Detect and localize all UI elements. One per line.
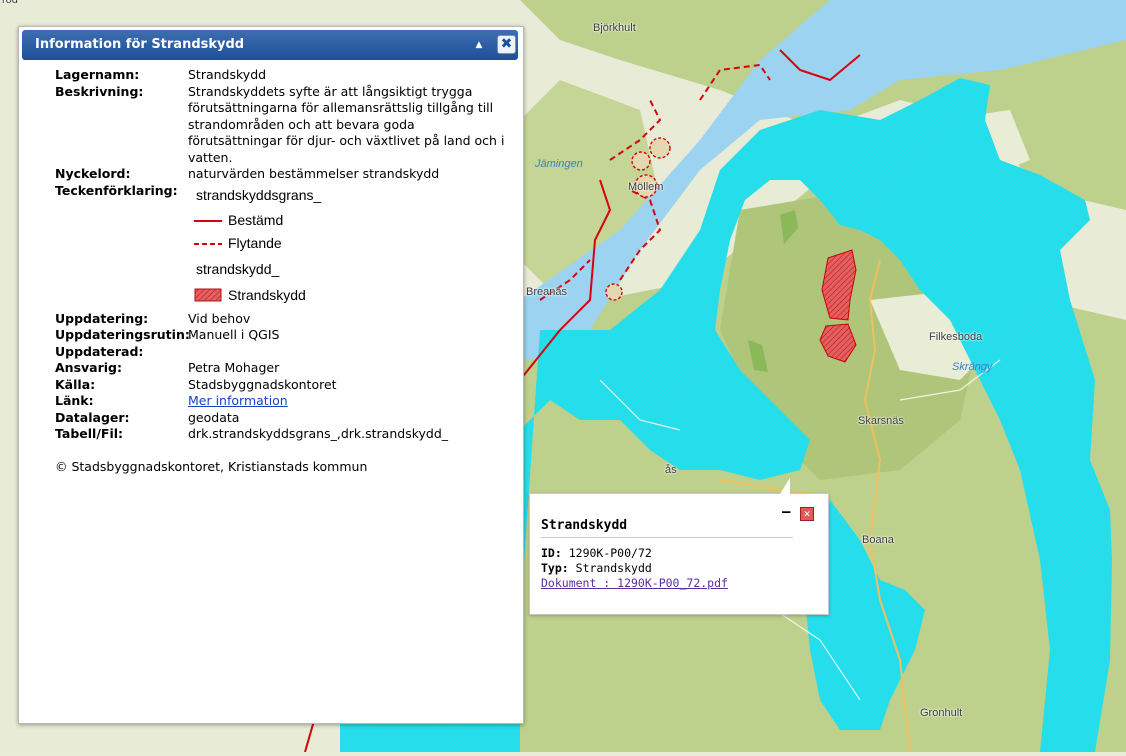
layer-info-window[interactable]: Information för Strandskydd ▲ ✖ Lagernam… — [18, 26, 524, 724]
field-value: naturvärden bestämmelser strandskydd — [188, 166, 440, 181]
field-label: Lagernamn: — [55, 67, 140, 82]
typ-value: Strandskydd — [575, 561, 652, 575]
field-label: Uppdatering: — [55, 310, 149, 326]
map-label-as: ås — [665, 464, 677, 476]
feature-popup[interactable]: – ✕ Strandskydd ID: 1290K-P00/72 Typ: St… — [529, 478, 829, 615]
legend-group-strandskydd: strandskydd_ — [196, 261, 280, 277]
field-kalla: Källa: Stadsbyggnadskontoret — [55, 377, 515, 394]
field-uppdatering: Uppdatering: Vid behov — [55, 311, 515, 328]
field-beskrivning: Beskrivning: Strandskyddets syfte är att… — [55, 84, 515, 167]
map-label-bjorkhult: Björkhult — [593, 22, 636, 34]
field-label: Länk: — [55, 393, 94, 408]
map-label-skarsnas: Skarsnäs — [858, 415, 904, 427]
hatched-area-icon — [194, 288, 222, 302]
popup-id-row: ID: 1290K-P00/72 — [541, 546, 728, 561]
info-window-title: Information för Strandskydd — [35, 37, 245, 52]
field-value: Stadsbyggnadskontoret — [188, 376, 337, 392]
field-lank: Länk: Mer information — [55, 393, 515, 410]
solid-line-icon — [194, 219, 222, 222]
popup-title: Strandskydd — [541, 518, 628, 533]
field-tabell: Tabell/Fil: drk.strandskyddsgrans_,drk.s… — [55, 426, 515, 443]
field-label: Beskrivning: — [55, 83, 144, 99]
legend: strandskyddsgrans_ Bestämd Flytande stra… — [188, 183, 508, 307]
field-label: Teckenförklaring: — [55, 182, 178, 198]
field-value: Strandskydd — [188, 67, 267, 82]
field-value: Strandskyddets syfte är att långsiktigt … — [188, 83, 505, 165]
info-window-header[interactable]: Information för Strandskydd ▲ ✖ — [22, 30, 518, 60]
map-label-gronhult: Gronhult — [920, 707, 963, 719]
field-value: geodata — [188, 409, 240, 425]
legend-label: Strandskydd — [228, 286, 306, 303]
map-label-boana: Boana — [862, 534, 894, 546]
field-value: Vid behov — [188, 310, 251, 326]
field-uppdaterad: Uppdaterad: — [55, 344, 515, 361]
field-label: Källa: — [55, 376, 96, 392]
popup-typ-row: Typ: Strandskydd — [541, 561, 728, 576]
info-window-body: Lagernamn: Strandskydd Beskrivning: Stra… — [55, 67, 515, 474]
map-label-mollem: Möllem — [628, 181, 664, 193]
map-label-top-left: rod — [2, 0, 18, 6]
more-info-link[interactable]: Mer information — [188, 393, 288, 408]
field-ansvarig: Ansvarig: Petra Mohager — [55, 360, 515, 377]
close-icon[interactable]: ✕ — [800, 507, 814, 521]
field-nyckelord: Nyckelord: naturvärden bestämmelser stra… — [55, 166, 515, 183]
field-value — [188, 344, 508, 361]
close-icon[interactable]: ✖ — [497, 35, 516, 54]
field-label: Nyckelord: — [55, 166, 131, 181]
field-value: Petra Mohager — [188, 360, 280, 375]
field-value: drk.strandskyddsgrans_,drk.strandskydd_ — [188, 426, 449, 441]
field-label: Uppdaterad: — [55, 343, 144, 359]
typ-label: Typ: — [541, 561, 569, 575]
field-label: Uppdateringsrutin: — [55, 327, 190, 342]
legend-item-flytande: Flytande — [194, 232, 508, 255]
field-label: Tabell/Fil: — [55, 426, 124, 441]
popup-body: ID: 1290K-P00/72 Typ: Strandskydd Dokume… — [541, 546, 728, 591]
legend-label: Flytande — [228, 235, 282, 252]
popup-divider — [541, 537, 793, 538]
field-uppdateringsrutin: Uppdateringsrutin: Manuell i QGIS — [55, 327, 515, 344]
map-label-skrangy: Skrängy — [952, 361, 993, 373]
collapse-icon[interactable]: ▲ — [472, 38, 486, 52]
map-label-breanas: Breanäs — [526, 286, 567, 298]
popup-pointer — [780, 478, 790, 494]
legend-item-bestamd: Bestämd — [194, 209, 508, 232]
field-teckenforklaring: Teckenförklaring: strandskyddsgrans_ Bes… — [55, 183, 515, 307]
legend-item-strandskydd: Strandskydd — [194, 284, 508, 307]
field-label: Datalager: — [55, 409, 130, 425]
legend-label: Bestämd — [228, 212, 284, 229]
copyright-text: © Stadsbyggnadskontoret, Kristianstads k… — [55, 458, 368, 474]
legend-group-strandskyddsgrans: strandskyddsgrans_ — [196, 186, 322, 203]
map-label-filkesboda: Filkesboda — [929, 331, 983, 343]
minimize-icon[interactable]: – — [782, 504, 790, 520]
field-value: Manuell i QGIS — [188, 327, 280, 342]
map-label-jamingen: Jämingen — [535, 158, 583, 170]
id-label: ID: — [541, 546, 562, 560]
field-label: Ansvarig: — [55, 360, 122, 375]
field-datalager: Datalager: geodata — [55, 410, 515, 427]
document-link[interactable]: Dokument : 1290K-P00_72.pdf — [541, 576, 728, 590]
field-lagernamn: Lagernamn: Strandskydd — [55, 67, 515, 84]
id-value: 1290K-P00/72 — [568, 546, 652, 560]
dashed-line-icon — [194, 242, 222, 245]
